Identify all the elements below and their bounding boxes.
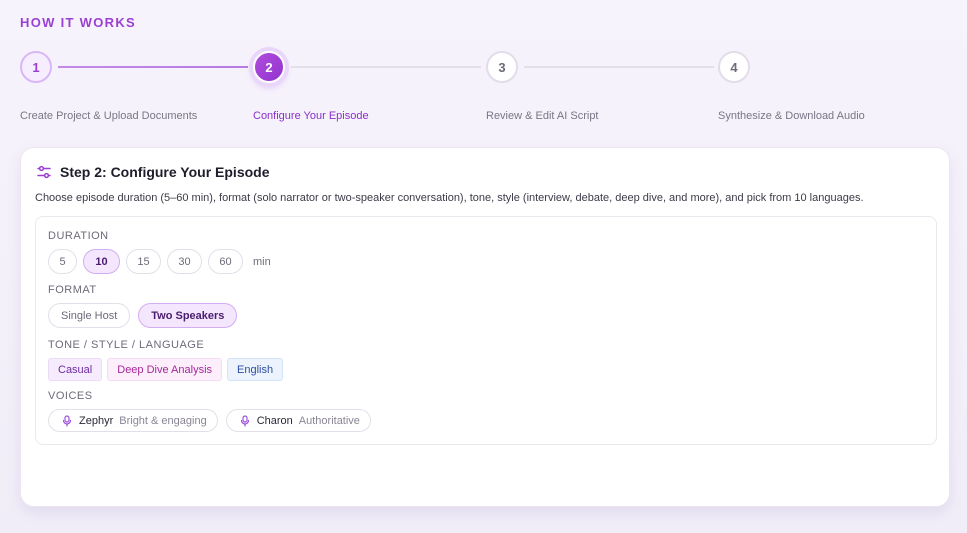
microphone-icon [62,414,72,427]
step-4-label[interactable]: Synthesize & Download Audio [718,110,865,122]
step-number: 1 [32,59,40,75]
step-1-circle[interactable]: 1 [20,51,52,83]
step-3-circle[interactable]: 3 [486,51,518,83]
voice-name: Charon [256,414,293,427]
voices-label: VOICES [48,390,93,402]
step-number: 3 [498,59,506,75]
card-title: Step 2: Configure Your Episode [60,164,270,180]
duration-label: DURATION [48,230,109,242]
language-tag: English [227,358,284,381]
step-3-label[interactable]: Review & Edit AI Script [486,110,599,122]
format-option-single-host[interactable]: Single Host [48,303,131,328]
sliders-icon [37,165,51,179]
voice-description: Bright & engaging [119,414,207,427]
duration-option-15[interactable]: 15 [126,249,161,274]
voice-chip-zephyr[interactable]: Zephyr Bright & engaging [48,409,218,432]
step-number: 2 [265,59,273,75]
duration-option-30[interactable]: 30 [167,249,202,274]
config-panel: DURATION 5 10 15 30 60 min FORMAT Single… [35,216,937,445]
duration-unit: min [253,255,271,268]
step-1-label[interactable]: Create Project & Upload Documents [20,110,197,122]
voice-chip-charon[interactable]: Charon Authoritative [225,409,371,432]
voice-name: Zephyr [79,414,114,427]
card-description: Choose episode duration (5–60 min), form… [35,192,864,204]
step-connector [58,66,248,68]
step-2-label[interactable]: Configure Your Episode [253,110,369,122]
duration-option-5[interactable]: 5 [48,249,77,274]
tone-tag: Casual [48,358,103,381]
stepper: 1 2 3 4 Create Project & Upload Document… [0,0,967,130]
duration-options: 5 10 15 30 60 min [48,249,271,274]
step-connector [524,66,714,68]
tone-style-language-label: TONE / STYLE / LANGUAGE [48,339,205,351]
step-connector [291,66,481,68]
format-option-two-speakers[interactable]: Two Speakers [138,303,238,328]
card-header: Step 2: Configure Your Episode [36,164,270,180]
step-number: 4 [730,59,738,75]
step-2-circle[interactable]: 2 [253,51,285,83]
voices-list: Zephyr Bright & engaging Charon Authorit… [48,409,379,432]
format-options: Single Host Two Speakers [48,303,243,328]
style-tag: Deep Dive Analysis [107,358,223,381]
duration-option-10[interactable]: 10 [83,249,120,274]
tone-style-language-tags: Casual Deep Dive Analysis English [48,358,288,381]
configure-episode-card: Step 2: Configure Your Episode Choose ep… [20,147,950,507]
format-label: FORMAT [48,284,97,296]
microphone-icon [240,414,249,427]
step-4-circle[interactable]: 4 [718,51,750,83]
voice-description: Authoritative [298,414,360,427]
duration-option-60[interactable]: 60 [208,249,243,274]
